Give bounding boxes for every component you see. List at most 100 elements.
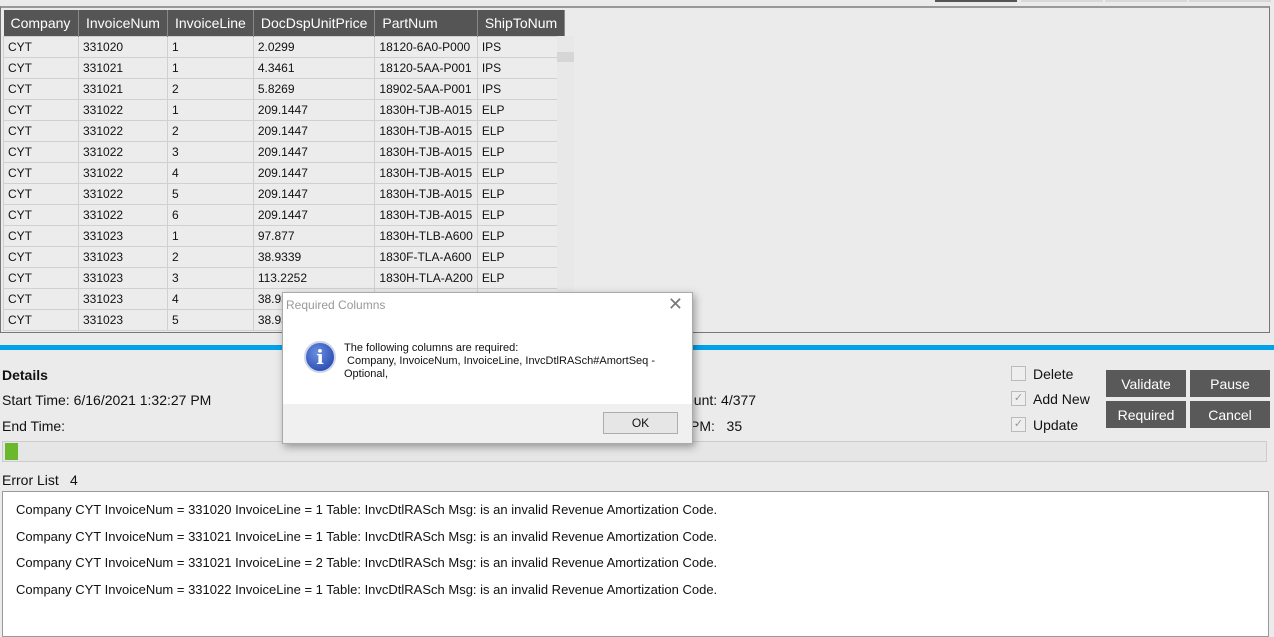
table-cell[interactable]: 97.877 [252,224,376,247]
table-cell[interactable]: 5 [167,308,254,331]
top-tab[interactable] [1105,0,1187,2]
table-cell[interactable]: 18120-6A0-P000 [374,35,478,58]
table-cell[interactable]: ELP [476,245,566,268]
update-checkbox[interactable]: ✓ [1011,417,1026,432]
table-cell[interactable]: CYT [3,98,79,121]
table-cell[interactable]: CYT [3,224,79,247]
table-row[interactable]: CYT 331022 5 209.1447 1830H-TJB-A015 ELP [3,182,566,205]
table-cell[interactable]: 1 [167,35,254,58]
table-cell[interactable]: 331022 [78,98,168,121]
table-cell[interactable]: 331023 [78,266,168,289]
table-cell[interactable]: CYT [3,245,79,268]
table-cell[interactable]: IPS [476,77,566,100]
table-cell[interactable]: 209.1447 [252,98,376,121]
table-cell[interactable]: ELP [476,161,566,184]
table-cell[interactable]: CYT [3,56,79,79]
table-cell[interactable]: 331023 [78,224,168,247]
table-cell[interactable]: 1830H-TJB-A015 [374,119,478,142]
cancel-button[interactable]: Cancel [1190,401,1270,428]
table-cell[interactable]: CYT [3,161,79,184]
error-item[interactable]: Company CYT InvoiceNum = 331021 InvoiceL… [16,555,717,570]
table-row[interactable]: CYT 331023 2 38.9339 1830F-TLA-A600 ELP [3,245,566,268]
table-cell[interactable]: CYT [3,77,79,100]
table-cell[interactable]: 4 [167,287,254,310]
close-icon[interactable]: ✕ [668,294,683,315]
table-cell[interactable]: 331022 [78,161,168,184]
table-cell[interactable]: 2 [167,77,254,100]
table-cell[interactable]: 209.1447 [252,203,376,226]
table-cell[interactable]: 4 [167,161,254,184]
table-cell[interactable]: 1 [167,98,254,121]
table-cell[interactable]: ELP [476,203,566,226]
table-row[interactable]: CYT 331021 1 4.3461 18120-5AA-P001 IPS [3,56,566,79]
table-cell[interactable]: 331021 [78,56,168,79]
table-cell[interactable]: 209.1447 [252,182,376,205]
table-cell[interactable]: ELP [476,182,566,205]
table-cell[interactable]: 2.0299 [252,35,376,58]
table-row[interactable]: CYT 331022 3 209.1447 1830H-TJB-A015 ELP [3,140,566,163]
table-cell[interactable]: 1 [167,56,254,79]
table-cell[interactable]: 1 [167,224,254,247]
ok-button[interactable]: OK [603,412,678,434]
table-cell[interactable]: 18902-5AA-P001 [374,77,478,100]
scrollbar-thumb[interactable] [557,52,574,62]
table-cell[interactable]: 4.3461 [252,56,376,79]
table-cell[interactable]: 331020 [78,35,168,58]
table-cell[interactable]: 5.8269 [252,77,376,100]
column-header[interactable]: InvoiceLine [167,10,254,36]
table-row[interactable]: CYT 331022 6 209.1447 1830H-TJB-A015 ELP [3,203,566,226]
table-cell[interactable]: 2 [167,245,254,268]
table-cell[interactable]: 331022 [78,182,168,205]
table-cell[interactable]: 1830H-TJB-A015 [374,203,478,226]
table-cell[interactable]: 38.9339 [252,245,376,268]
pause-button[interactable]: Pause [1190,370,1270,397]
column-header[interactable]: DocDspUnitPrice [253,10,376,36]
error-item[interactable]: Company CYT InvoiceNum = 331020 InvoiceL… [16,502,717,517]
table-cell[interactable]: CYT [3,203,79,226]
table-cell[interactable]: 1830H-TJB-A015 [374,182,478,205]
table-cell[interactable]: IPS [476,56,566,79]
top-tab[interactable] [1189,0,1271,2]
table-row[interactable]: CYT 331020 1 2.0299 18120-6A0-P000 IPS [3,35,566,58]
table-cell[interactable]: 3 [167,266,254,289]
table-cell[interactable]: 331023 [78,245,168,268]
table-cell[interactable]: 1830H-TJB-A015 [374,140,478,163]
table-cell[interactable]: 331022 [78,140,168,163]
table-cell[interactable]: 209.1447 [252,161,376,184]
table-cell[interactable]: ELP [476,140,566,163]
table-cell[interactable]: 1830H-TJB-A015 [374,161,478,184]
error-item[interactable]: Company CYT InvoiceNum = 331022 InvoiceL… [16,582,717,597]
table-cell[interactable]: CYT [3,266,79,289]
table-cell[interactable]: CYT [3,140,79,163]
table-cell[interactable]: 331023 [78,287,168,310]
delete-checkbox[interactable] [1011,366,1026,381]
table-cell[interactable]: IPS [476,35,566,58]
add-new-checkbox[interactable]: ✓ [1011,391,1026,406]
table-cell[interactable]: 1830H-TLB-A600 [374,224,478,247]
table-cell[interactable]: 2 [167,119,254,142]
table-row[interactable]: CYT 331022 4 209.1447 1830H-TJB-A015 ELP [3,161,566,184]
table-cell[interactable]: 331021 [78,77,168,100]
table-cell[interactable]: CYT [3,119,79,142]
table-cell[interactable]: 209.1447 [252,119,376,142]
column-header[interactable]: Company [3,10,79,36]
error-item[interactable]: Company CYT InvoiceNum = 331021 InvoiceL… [16,529,717,544]
table-cell[interactable]: CYT [3,35,79,58]
validate-button[interactable]: Validate [1106,370,1186,397]
top-tab-active[interactable] [935,0,1017,2]
table-cell[interactable]: 1830F-TLA-A600 [374,245,478,268]
table-cell[interactable]: 331023 [78,308,168,331]
table-cell[interactable]: ELP [476,266,566,289]
column-header[interactable]: PartNum [374,10,478,36]
table-row[interactable]: CYT 331021 2 5.8269 18902-5AA-P001 IPS [3,77,566,100]
table-cell[interactable]: 5 [167,182,254,205]
table-cell[interactable]: ELP [476,119,566,142]
table-row[interactable]: CYT 331023 3 113.2252 1830H-TLA-A200 ELP [3,266,566,289]
table-cell[interactable]: ELP [476,224,566,247]
table-cell[interactable]: CYT [3,182,79,205]
table-cell[interactable]: 113.2252 [252,266,376,289]
required-button[interactable]: Required [1106,401,1186,428]
table-cell[interactable]: 1830H-TJB-A015 [374,98,478,121]
table-cell[interactable]: 331022 [78,119,168,142]
vertical-scrollbar[interactable] [557,36,574,332]
